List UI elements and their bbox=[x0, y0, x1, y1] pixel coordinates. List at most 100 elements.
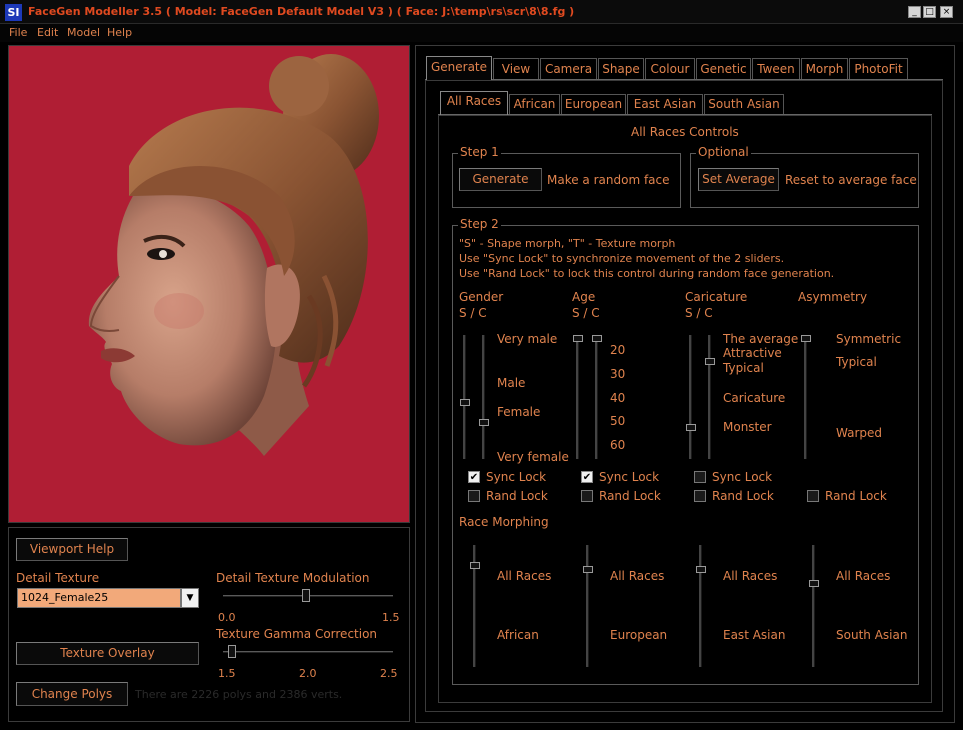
age-colour-thumb[interactable] bbox=[592, 335, 602, 342]
gamma-tick-1: 1.5 bbox=[218, 667, 236, 680]
gender-title: Gender bbox=[459, 290, 504, 304]
set-average-desc: Reset to average face bbox=[785, 173, 917, 187]
caricature-colour-thumb[interactable] bbox=[705, 358, 715, 366]
menu-model[interactable]: Model bbox=[67, 26, 100, 39]
caricature-label-monster: Monster bbox=[723, 420, 772, 434]
race-slider-european[interactable] bbox=[586, 545, 589, 667]
subtab-european[interactable]: European bbox=[561, 94, 626, 114]
tab-colour[interactable]: Colour bbox=[645, 58, 695, 79]
gender-colour-thumb[interactable] bbox=[479, 419, 489, 427]
menu-edit[interactable]: Edit bbox=[37, 26, 58, 39]
race-slider-south-asian-thumb[interactable] bbox=[809, 579, 819, 587]
age-label-20: 20 bbox=[610, 343, 626, 357]
controls-title: All Races Controls bbox=[631, 125, 739, 139]
help-line-1: "S" - Shape morph, "T" - Texture morph bbox=[459, 237, 676, 250]
caricature-rand-lock-checkbox[interactable] bbox=[694, 490, 706, 502]
race-slider-african-thumb[interactable] bbox=[470, 562, 480, 570]
tab-photofit[interactable]: PhotoFit bbox=[849, 58, 908, 79]
race-slider-east-asian-thumb[interactable] bbox=[696, 565, 706, 573]
menu-file[interactable]: File bbox=[9, 26, 27, 39]
age-title: Age bbox=[572, 290, 596, 304]
age-sync-lock-checkbox[interactable]: ✔ bbox=[581, 471, 593, 483]
maximize-button[interactable]: □ bbox=[923, 6, 936, 18]
gender-shape-thumb[interactable] bbox=[460, 399, 470, 407]
age-sync-lock-label: Sync Lock bbox=[599, 470, 660, 484]
tab-shape[interactable]: Shape bbox=[598, 58, 644, 79]
subtab-east-asian[interactable]: East Asian bbox=[627, 94, 703, 114]
gender-sc: S / C bbox=[459, 306, 487, 320]
tab-morph[interactable]: Morph bbox=[801, 58, 848, 79]
gender-rand-lock-label: Rand Lock bbox=[486, 489, 548, 503]
close-button[interactable]: × bbox=[940, 6, 953, 18]
step2-label: Step 2 bbox=[458, 217, 501, 231]
modulation-slider-thumb[interactable] bbox=[302, 589, 311, 602]
race-european-bottom-label: European bbox=[610, 628, 668, 642]
subtab-all-races[interactable]: All Races bbox=[440, 91, 508, 115]
caricature-label-caricature: Caricature bbox=[723, 391, 786, 405]
caricature-shape-slider[interactable] bbox=[689, 335, 692, 459]
detail-texture-label: Detail Texture bbox=[16, 571, 100, 585]
race-morphing-title: Race Morphing bbox=[459, 515, 549, 529]
asymmetry-label-symmetric: Symmetric bbox=[836, 332, 902, 346]
texture-overlay-button[interactable]: Texture Overlay bbox=[16, 642, 199, 665]
race-european-top-label: All Races bbox=[610, 569, 665, 583]
gamma-slider-track[interactable] bbox=[223, 651, 393, 653]
gender-rand-lock-checkbox[interactable] bbox=[468, 490, 480, 502]
tab-tween[interactable]: Tween bbox=[752, 58, 800, 79]
asymmetry-label-typical: Typical bbox=[836, 355, 877, 369]
caricature-sync-lock-checkbox[interactable] bbox=[694, 471, 706, 483]
app-logo: SI bbox=[5, 4, 22, 21]
chevron-down-icon[interactable]: ▼ bbox=[181, 588, 199, 608]
gamma-tick-3: 2.5 bbox=[380, 667, 398, 680]
race-slider-east-asian[interactable] bbox=[699, 545, 702, 667]
optional-label: Optional bbox=[696, 145, 751, 159]
caricature-rand-lock-label: Rand Lock bbox=[712, 489, 774, 503]
caricature-shape-thumb[interactable] bbox=[686, 423, 696, 431]
tab-view[interactable]: View bbox=[493, 58, 539, 79]
age-label-40: 40 bbox=[610, 391, 626, 405]
gender-shape-slider[interactable] bbox=[463, 335, 466, 459]
race-slider-south-asian[interactable] bbox=[812, 545, 815, 667]
subtab-african[interactable]: African bbox=[509, 94, 560, 114]
age-label-60: 60 bbox=[610, 438, 626, 452]
modulation-label: Detail Texture Modulation bbox=[216, 571, 370, 585]
face-render bbox=[88, 54, 379, 456]
asymmetry-rand-lock-checkbox[interactable] bbox=[807, 490, 819, 502]
age-shape-thumb[interactable] bbox=[573, 335, 583, 342]
asymmetry-slider[interactable] bbox=[804, 335, 807, 459]
age-sc: S / C bbox=[572, 306, 600, 320]
gender-colour-slider[interactable] bbox=[482, 335, 485, 459]
age-label-50: 50 bbox=[610, 414, 626, 428]
age-rand-lock-label: Rand Lock bbox=[599, 489, 661, 503]
race-slider-european-thumb[interactable] bbox=[583, 565, 593, 573]
modulation-tick-min: 0.0 bbox=[218, 611, 236, 624]
caricature-label-attractive: Attractive bbox=[723, 346, 782, 360]
age-shape-slider[interactable] bbox=[576, 335, 579, 459]
3d-viewport[interactable] bbox=[8, 45, 410, 523]
menu-help[interactable]: Help bbox=[107, 26, 132, 39]
gamma-slider-thumb[interactable] bbox=[227, 645, 236, 658]
generate-button[interactable]: Generate bbox=[459, 168, 542, 191]
race-african-top-label: All Races bbox=[497, 569, 552, 583]
tab-generate[interactable]: Generate bbox=[426, 56, 492, 80]
age-colour-slider[interactable] bbox=[595, 335, 598, 459]
step1-label: Step 1 bbox=[458, 145, 501, 159]
gender-label-very-male: Very male bbox=[497, 332, 558, 346]
set-average-button[interactable]: Set Average bbox=[698, 168, 779, 191]
age-rand-lock-checkbox[interactable] bbox=[581, 490, 593, 502]
caricature-colour-slider[interactable] bbox=[708, 335, 711, 459]
tab-camera[interactable]: Camera bbox=[540, 58, 597, 79]
tab-genetic[interactable]: Genetic bbox=[696, 58, 751, 79]
gender-sync-lock-checkbox[interactable]: ✔ bbox=[468, 471, 480, 483]
asymmetry-thumb[interactable] bbox=[801, 335, 811, 342]
gender-label-female: Female bbox=[497, 405, 541, 419]
minimize-button[interactable]: _ bbox=[908, 6, 921, 18]
change-polys-button[interactable]: Change Polys bbox=[16, 682, 128, 706]
gender-sync-lock-label: Sync Lock bbox=[486, 470, 547, 484]
subtab-south-asian[interactable]: South Asian bbox=[704, 94, 784, 114]
detail-texture-select[interactable]: 1024_Female25 bbox=[17, 588, 181, 608]
viewport-help-button[interactable]: Viewport Help bbox=[16, 538, 128, 561]
caricature-label-average: The average bbox=[723, 332, 799, 346]
gamma-tick-2: 2.0 bbox=[299, 667, 317, 680]
race-south-asian-bottom-label: South Asian bbox=[836, 628, 908, 642]
